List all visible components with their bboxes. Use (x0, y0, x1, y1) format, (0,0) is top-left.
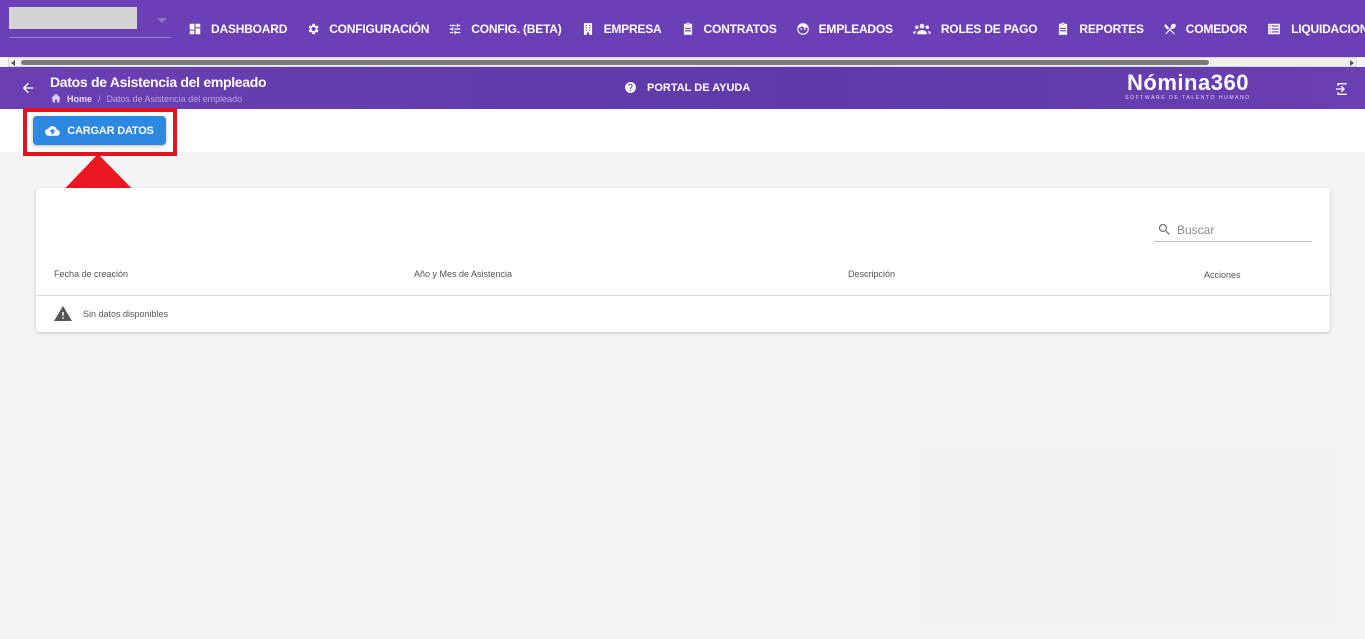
search-icon (1157, 222, 1172, 237)
home-icon (50, 92, 62, 105)
nav-item-label: CONFIG. (BETA) (471, 21, 562, 36)
page-header: Datos de Asistencia del empleado Home / … (0, 67, 1365, 109)
dashboard-icon (188, 22, 202, 36)
scroll-right-arrow-icon[interactable] (1350, 60, 1354, 66)
column-header-descripcion[interactable]: Descripción (848, 269, 895, 279)
nav-item-reportes[interactable]: REPORTES (1048, 0, 1154, 57)
data-table-card: Fecha de creación Año y Mes de Asistenci… (36, 188, 1330, 332)
nav-item-label: REPORTES (1079, 21, 1144, 36)
nav-item-label: CONFIGURACIÓN (329, 21, 430, 36)
brand-name: Nómina360 (1127, 70, 1249, 95)
scroll-left-arrow-icon[interactable] (11, 60, 15, 66)
scrollbar-thumb[interactable] (21, 60, 1209, 65)
nav-item-roles-de-pago[interactable]: ROLES DE PAGO (904, 0, 1049, 57)
background-panel (920, 452, 1337, 626)
nav-item-contratos[interactable]: CONTRATOS (673, 0, 788, 57)
nav-item-dashboard[interactable]: DASHBOARD (180, 0, 298, 57)
top-nav: DASHBOARD CONFIGURACIÓN CONFIG. (BETA) E… (0, 0, 1365, 57)
list-icon (1266, 22, 1282, 36)
nav-item-empresa[interactable]: EMPRESA (573, 0, 673, 57)
nav-item-label: EMPRESA (603, 21, 662, 36)
nav-item-label: CONTRATOS (703, 21, 777, 36)
nav-item-label: DASHBOARD (211, 21, 288, 36)
table-empty-row: Sin datos disponibles (54, 306, 168, 321)
clipboard-icon (1056, 22, 1070, 36)
search-input[interactable] (1177, 222, 1307, 237)
nav-item-config-beta[interactable]: CONFIG. (BETA) (440, 0, 572, 57)
chevron-down-icon (157, 18, 167, 23)
nav-item-liquidaciones[interactable]: LIQUIDACIONES (1258, 0, 1365, 57)
utensils-icon (1163, 22, 1177, 36)
nav-item-label: EMPLEADOS (818, 21, 893, 36)
sliders-icon (448, 22, 462, 36)
help-portal-label: PORTAL DE AYUDA (647, 81, 751, 94)
search-field[interactable] (1154, 218, 1312, 242)
empty-state-text: Sin datos disponibles (83, 308, 169, 319)
brand-logo: Nómina360 SOFTWARE DE TALENTO HUMANO (1118, 70, 1258, 102)
page-title: Datos de Asistencia del empleado (50, 74, 267, 90)
action-bar: CARGAR DATOS (0, 109, 1365, 152)
nav-item-configuracion[interactable]: CONFIGURACIÓN (298, 0, 440, 57)
breadcrumb: Home / Datos de Asistencia del empleado (50, 92, 242, 105)
brand-tagline: SOFTWARE DE TALENTO HUMANO (1125, 95, 1251, 101)
nav-item-label: LIQUIDACIONES (1291, 21, 1365, 36)
logout-icon[interactable] (1334, 81, 1350, 97)
column-header-acciones: Acciones (1204, 270, 1241, 280)
column-header-fecha[interactable]: Fecha de creación (54, 269, 128, 279)
table-header-divider (36, 295, 1330, 296)
breadcrumb-home-link[interactable]: Home (67, 94, 92, 104)
nav-scrollbar[interactable] (8, 57, 1357, 67)
people-icon (912, 22, 932, 36)
warning-icon (54, 306, 72, 321)
clipboard-icon (681, 22, 695, 36)
breadcrumb-separator: / (98, 93, 101, 104)
nav-item-label: ROLES DE PAGO (940, 21, 1038, 36)
highlight-annotation-box (23, 108, 177, 156)
nav-item-label: COMEDOR (1185, 21, 1248, 36)
company-select-value (9, 7, 137, 29)
building-icon (581, 22, 595, 36)
nav-item-comedor[interactable]: COMEDOR (1155, 0, 1258, 57)
back-arrow-icon[interactable] (20, 80, 36, 96)
main-menu: DASHBOARD CONFIGURACIÓN CONFIG. (BETA) E… (180, 0, 1365, 57)
breadcrumb-current: Datos de Asistencia del empleado (106, 93, 243, 104)
column-header-anio-mes[interactable]: Año y Mes de Asistencia (414, 269, 512, 279)
company-select[interactable] (9, 7, 171, 38)
help-circle-icon (624, 81, 637, 94)
gear-icon (306, 22, 320, 36)
help-portal-link[interactable]: PORTAL DE AYUDA (624, 81, 750, 94)
face-icon (796, 22, 810, 36)
nav-item-empleados[interactable]: EMPLEADOS (788, 0, 904, 57)
